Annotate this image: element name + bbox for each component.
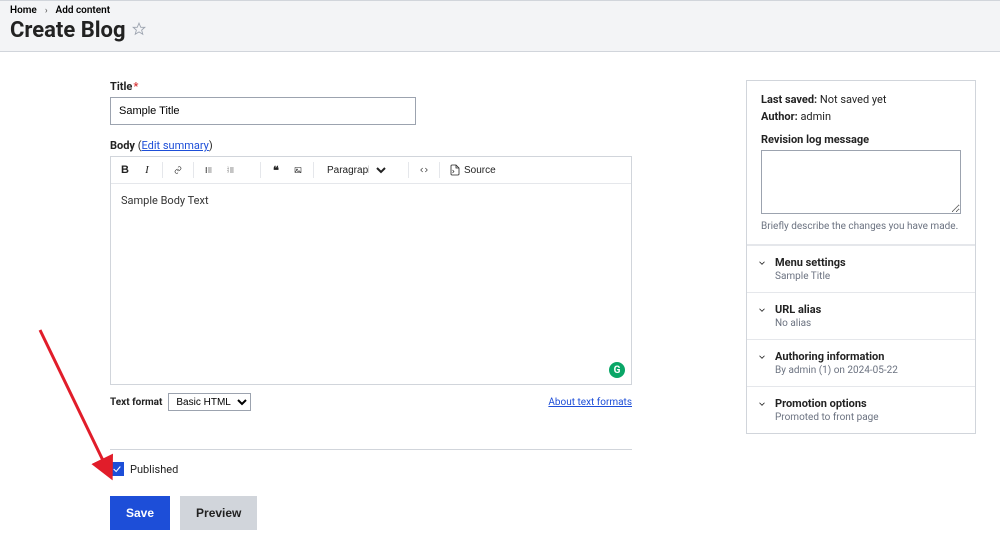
required-asterisk: *	[133, 80, 138, 93]
bulleted-list-button[interactable]	[199, 160, 219, 180]
rich-text-editor: B I 123 ❝	[110, 156, 632, 385]
edit-summary-link[interactable]: Edit summary	[141, 139, 208, 152]
chevron-down-icon	[757, 305, 767, 315]
last-saved-label: Last saved:	[761, 93, 817, 106]
main-form-column: Title* Body (Edit summary) B I 123	[110, 80, 632, 530]
bold-button[interactable]: B	[115, 160, 135, 180]
about-text-formats-link[interactable]: About text formats	[548, 397, 632, 408]
accordion-menu-settings[interactable]: Menu settings Sample Title	[747, 245, 975, 292]
author-label: Author:	[761, 110, 798, 123]
body-text: Sample Body Text	[121, 194, 209, 207]
published-checkbox[interactable]	[110, 462, 124, 476]
svg-text:3: 3	[227, 172, 229, 174]
paragraph-dropdown-icon[interactable]	[391, 160, 403, 180]
toolbar-separator	[260, 162, 261, 178]
editor-content-area[interactable]: Sample Body Text G	[111, 184, 631, 384]
sidebar-column: Last saved: Not saved yet Author: admin …	[746, 80, 976, 530]
blockquote-button[interactable]: ❝	[266, 160, 286, 180]
toolbar-separator	[439, 162, 440, 178]
preview-button[interactable]: Preview	[180, 496, 257, 530]
chevron-down-icon	[757, 399, 767, 409]
header-region: Home › Add content Create Blog	[0, 0, 1000, 52]
save-button[interactable]: Save	[110, 496, 170, 530]
page-title: Create Blog	[10, 18, 126, 43]
chevron-down-icon	[757, 258, 767, 268]
toolbar-separator	[162, 162, 163, 178]
toolbar-separator	[408, 162, 409, 178]
title-input[interactable]	[110, 97, 416, 125]
published-label: Published	[130, 463, 178, 476]
revision-log-label: Revision log message	[761, 133, 961, 146]
numbered-list-button[interactable]: 123	[221, 160, 241, 180]
italic-button[interactable]: I	[137, 160, 157, 180]
source-button[interactable]: Source	[445, 162, 500, 178]
author-value: admin	[800, 110, 831, 123]
paragraph-style-select[interactable]: Paragraph	[319, 162, 389, 179]
text-format-label: Text format	[110, 397, 162, 408]
breadcrumb: Home › Add content	[10, 5, 990, 16]
sidebar-panel: Last saved: Not saved yet Author: admin …	[746, 80, 976, 434]
accordion-promotion-options[interactable]: Promotion options Promoted to front page	[747, 386, 975, 433]
revision-log-textarea[interactable]	[761, 150, 961, 214]
last-saved-value: Not saved yet	[820, 93, 887, 106]
chevron-down-icon	[757, 352, 767, 362]
form-divider	[110, 449, 632, 450]
breadcrumb-add-content[interactable]: Add content	[56, 5, 111, 16]
accordion-url-alias[interactable]: URL alias No alias	[747, 292, 975, 339]
editor-toolbar: B I 123 ❝	[111, 157, 631, 184]
revision-log-help: Briefly describe the changes you have ma…	[761, 221, 961, 232]
toolbar-separator	[193, 162, 194, 178]
body-label-row: Body (Edit summary)	[110, 139, 632, 152]
chevron-right-icon: ›	[45, 6, 48, 16]
image-button[interactable]	[288, 160, 308, 180]
text-format-select[interactable]: Basic HTML	[168, 393, 251, 411]
breadcrumb-home[interactable]: Home	[10, 5, 37, 16]
grammarly-icon[interactable]: G	[609, 362, 625, 378]
link-button[interactable]	[168, 160, 188, 180]
star-icon[interactable]	[132, 22, 146, 39]
list-dropdown-icon[interactable]	[243, 160, 255, 180]
toolbar-separator	[313, 162, 314, 178]
title-label: Title*	[110, 80, 632, 93]
code-button[interactable]	[414, 160, 434, 180]
accordion-authoring-info[interactable]: Authoring information By admin (1) on 20…	[747, 339, 975, 386]
